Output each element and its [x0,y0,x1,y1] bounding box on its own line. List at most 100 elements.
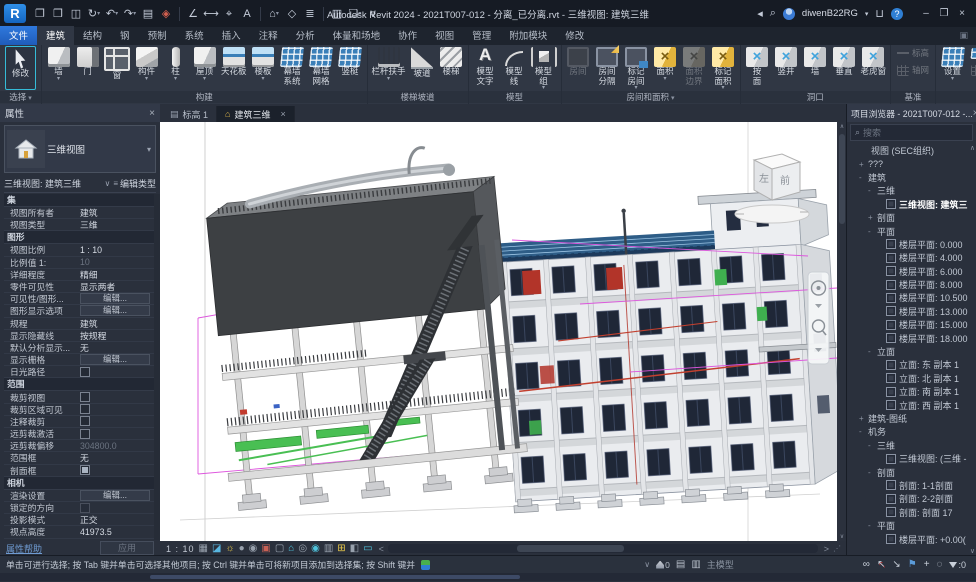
tree-item[interactable]: 楼层平面: 6.000 [847,265,976,278]
design-options-icon[interactable]: ▥ [691,559,700,570]
rendering-dialog-icon[interactable]: ◉ [249,542,258,555]
ribbon-tool[interactable]: 墙 [801,45,830,91]
ribbon-tab[interactable]: 附加模块 [500,26,556,45]
minimize-button[interactable]: – [918,5,934,23]
crop-view-icon[interactable]: ▣ [261,542,270,555]
tree-item[interactable]: 剖面: 1-1剖面 [847,479,976,492]
selection-box-icon[interactable]: ▭ [363,542,372,555]
property-group-header[interactable]: 范围 [4,378,154,391]
type-selector[interactable]: 三维视图 ▾ [4,125,156,173]
temporary-view-properties-icon[interactable]: ⊞ [337,542,345,555]
ribbon-panel-label[interactable]: 房间和面积▾ [562,91,740,103]
ribbon-tool[interactable]: 模型 线 [500,45,529,91]
default-3d-view-icon[interactable]: ⌂ [266,5,282,23]
separator[interactable] [323,7,324,21]
type-selector-caret-icon[interactable]: ▾ [147,145,151,154]
user-menu-caret-icon[interactable]: ▾ [865,10,869,18]
ribbon-tab[interactable]: 文件 [0,26,37,45]
property-value[interactable]: 显示两者 [80,280,154,293]
app-store-cart-icon[interactable]: ⊔ [875,7,884,20]
select-pinned-icon[interactable]: ⚑ [908,559,917,570]
tree-expander[interactable]: + [859,160,865,169]
shadows-icon[interactable]: ● [239,542,245,555]
property-value[interactable]: 正交 [80,513,154,526]
separator[interactable] [260,7,261,21]
close-button[interactable]: × [954,5,970,23]
tree-item[interactable]: 视图 (SEC组织) [847,144,976,157]
ribbon-tool[interactable]: 楼板 [249,45,278,91]
ribbon-tab[interactable]: 协作 [389,26,426,45]
ribbon-tool[interactable]: 栏杆扶手 [370,45,408,91]
tree-item[interactable]: - 机务 [847,425,976,438]
tree-item[interactable]: 楼层平面: +0.00( [847,532,976,545]
ribbon-tool[interactable]: 门 [73,45,102,91]
ribbon-tab[interactable]: 建筑 [37,26,74,45]
ribbon-tool[interactable]: 标记 面积 [709,45,738,91]
view-scale-button[interactable]: 1 : 10 [166,544,195,554]
properties-help-link[interactable]: 属性帮助 [6,542,42,555]
customize-qat-icon[interactable]: ∨ [365,5,381,23]
exclude-options-icon[interactable]: ↖ [877,559,885,570]
property-value[interactable]: 41973.5 [80,527,154,537]
username[interactable]: diwenB22RG [802,8,858,19]
property-checkbox[interactable] [80,429,90,439]
crop-region-icon[interactable]: ▢ [275,542,284,555]
property-edit-button[interactable]: 编辑... [80,490,150,501]
tree-item[interactable]: 剖面: 2-2剖面 [847,492,976,505]
ribbon-tool[interactable]: 面积 边界 [680,45,709,91]
ribbon-tool[interactable]: 修改 [5,46,36,90]
ribbon-panel-label[interactable]: 选择▾ [0,91,41,103]
property-group-header[interactable]: 集 [4,194,154,207]
ribbon-tool[interactable]: 模型 组 [529,45,559,91]
tree-item[interactable]: + 剖面 [847,211,976,224]
tree-item[interactable]: - 三维 [847,439,976,452]
restore-button[interactable]: ❐ [936,5,952,23]
tag-icon[interactable]: ⌖ [221,5,237,23]
property-edit-button[interactable]: 编辑... [80,293,150,304]
tree-item[interactable]: - 建筑 [847,171,976,184]
ribbon-tool[interactable]: 面积 [651,45,680,91]
ribbon-tool[interactable]: 坡道 [408,45,437,91]
property-value[interactable]: 无 [80,341,154,354]
tree-item[interactable]: - 立面 [847,345,976,358]
tree-item[interactable]: - 平面 [847,224,976,237]
property-value[interactable]: 建筑 [80,206,154,219]
ribbon-tab[interactable]: 体量和场地 [324,26,390,45]
collapse-control-bar-icon[interactable]: < [379,544,384,554]
ribbon-tool[interactable]: 竖梃 [336,45,365,91]
tree-item[interactable]: + 建筑-图纸 [847,412,976,425]
tree-item[interactable]: - 剖面 [847,465,976,478]
tree-item[interactable]: 三维视图: 建筑三 [847,198,976,211]
ribbon-tab[interactable]: 注释 [250,26,287,45]
ribbon-tab[interactable]: 结构 [74,26,111,45]
worksets-icon[interactable]: ▤ [676,559,685,570]
close-properties-icon[interactable]: × [149,108,155,119]
statusbar-expand-icon[interactable]: ∨ [644,560,650,569]
ribbon-tool[interactable]: 垂直 [830,45,859,91]
apply-button[interactable]: 应用 [100,541,154,555]
measure-icon[interactable]: ⟷ [203,5,219,23]
ribbon-tool[interactable]: 模型 文字 [471,45,500,91]
tile-views-icon[interactable]: ❏ [347,5,363,23]
ribbon-tab[interactable]: 管理 [463,26,500,45]
worksharing-display-icon[interactable]: ▥ [324,542,333,555]
edit-type-button[interactable]: 编辑类型 [120,177,156,190]
ribbon-tab[interactable]: 系统 [176,26,213,45]
view-tab[interactable]: ⌂ 建筑三维 × [217,106,295,122]
ribbon-tab[interactable]: 视图 [426,26,463,45]
ribbon-tool[interactable]: 屋顶 [190,45,219,91]
ribbon-tool[interactable]: 房间 分隔 [593,45,622,91]
ribbon-tool[interactable]: 构件 [132,45,161,91]
sun-path-icon[interactable]: ☼ [225,542,234,555]
worksharing-link-icon[interactable]: ∞ [863,559,870,570]
canvas-horizontal-scrollbar[interactable] [388,544,818,553]
save-icon[interactable]: ◫ [68,5,84,23]
file-tabs-icon[interactable]: ❐ [32,5,48,23]
close-hidden-windows-icon[interactable]: ▥ [329,5,345,23]
property-value[interactable]: 无 [80,451,154,464]
visual-style-icon[interactable]: ◪ [212,542,221,555]
tree-item[interactable]: - 三维 [847,184,976,197]
ribbon-tool[interactable]: 标高 [893,45,933,62]
property-edit-button[interactable]: 编辑... [80,354,150,365]
property-checkbox[interactable] [80,392,90,402]
